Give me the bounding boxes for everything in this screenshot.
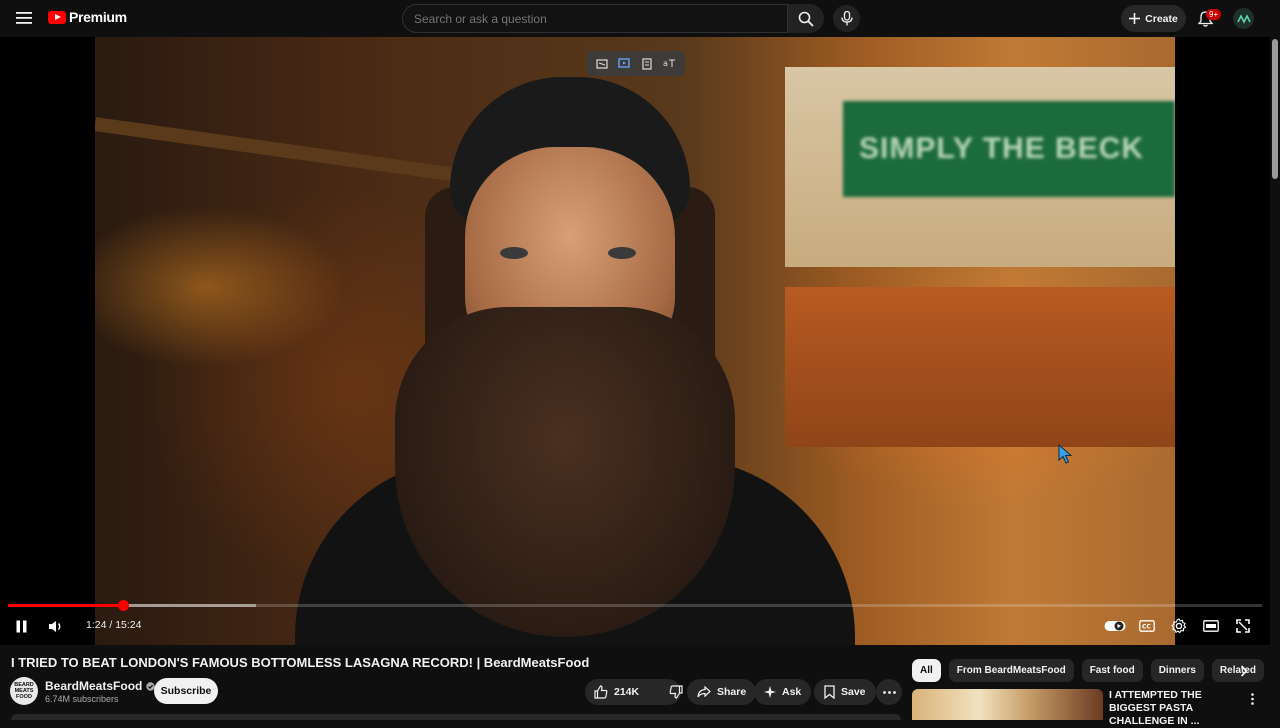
- video-frame: SIMPLY THE BECK: [95, 37, 1175, 645]
- beard: [395, 307, 735, 637]
- channel-name: BeardMeatsFood: [45, 679, 143, 693]
- autoplay-toggle[interactable]: [1103, 615, 1127, 637]
- mute-button[interactable]: [45, 615, 65, 637]
- bookmark-icon: [824, 685, 835, 699]
- progress-played: [8, 604, 124, 607]
- settings-button[interactable]: [1169, 615, 1189, 637]
- video-player[interactable]: SIMPLY THE BECK a 1:24 / 15:24 CC: [0, 37, 1270, 645]
- scrollbar-thumb[interactable]: [1272, 39, 1278, 179]
- like-count: 214K: [614, 686, 640, 698]
- voice-search-button[interactable]: [833, 5, 860, 32]
- video-title: I TRIED TO BEAT LONDON'S FAMOUS BOTTOMLE…: [11, 655, 590, 670]
- translate-icon[interactable]: a: [662, 57, 678, 71]
- pause-icon: [16, 620, 26, 632]
- like-button[interactable]: 214K: [585, 679, 648, 705]
- restaurant-sign: SIMPLY THE BECK: [843, 101, 1175, 197]
- presenter: [275, 57, 855, 645]
- recommended-video-thumbnail[interactable]: [912, 689, 1103, 720]
- page-scrollbar[interactable]: [1270, 37, 1280, 720]
- captions-icon: CC: [1139, 620, 1155, 632]
- channel-name-link[interactable]: BeardMeatsFood: [45, 679, 156, 693]
- share-icon: [697, 686, 711, 698]
- thumbs-up-icon: [594, 685, 608, 699]
- more-vertical-icon: [1250, 693, 1254, 705]
- theater-mode-button[interactable]: [1201, 615, 1221, 637]
- svg-text:a: a: [663, 59, 668, 68]
- eye-right: [608, 247, 636, 259]
- floating-toolbar: a: [587, 51, 685, 76]
- sparkle-icon: [764, 686, 776, 698]
- captions-button[interactable]: CC: [1137, 615, 1157, 637]
- ask-button[interactable]: Ask: [754, 679, 812, 705]
- recommended-video-title[interactable]: I ATTEMPTED THE BIGGEST PASTA CHALLENGE …: [1109, 689, 1239, 728]
- avatar-logo-icon: [1236, 13, 1251, 24]
- subscriber-count: 6.74M subscribers: [45, 694, 119, 704]
- account-avatar[interactable]: [1233, 8, 1254, 29]
- chip-from-channel[interactable]: From BeardMeatsFood: [948, 659, 1074, 682]
- volume-icon: [48, 620, 60, 632]
- fullscreen-button[interactable]: [1233, 615, 1253, 637]
- autoplay-toggle-icon: [1104, 621, 1126, 631]
- thumbs-down-icon: [669, 685, 683, 699]
- fullscreen-icon: [1236, 619, 1250, 633]
- more-horizontal-icon: [882, 690, 896, 694]
- search-icon: [798, 11, 814, 27]
- subscribe-button[interactable]: Subscribe: [154, 678, 218, 704]
- mouse-cursor-icon: [1058, 443, 1073, 469]
- channel-avatar[interactable]: BEARD MEATS FOOD: [10, 677, 38, 705]
- microphone-icon: [840, 11, 853, 26]
- time-display: 1:24 / 15:24: [86, 619, 142, 631]
- search-button[interactable]: [788, 4, 824, 33]
- recommended-more-button[interactable]: [1244, 691, 1260, 707]
- screenshot-icon[interactable]: [594, 57, 610, 71]
- chip-all[interactable]: All: [912, 659, 941, 682]
- theater-mode-icon: [1203, 620, 1219, 632]
- menu-icon[interactable]: [12, 6, 36, 30]
- youtube-premium-logo[interactable]: Premium: [48, 9, 127, 25]
- create-label: Create: [1145, 12, 1178, 25]
- share-button[interactable]: Share: [687, 679, 757, 705]
- chevron-right-icon: [1240, 665, 1248, 677]
- chips-next-button[interactable]: [1234, 661, 1254, 681]
- logo-text: Premium: [69, 9, 127, 25]
- chip-dinners[interactable]: Dinners: [1150, 659, 1204, 682]
- create-button[interactable]: Create: [1121, 5, 1186, 32]
- related-chips: All From BeardMeatsFood Fast food Dinner…: [912, 659, 1265, 682]
- share-label: Share: [717, 686, 747, 698]
- svg-text:CC: CC: [1142, 624, 1151, 631]
- plus-icon: [1129, 13, 1141, 24]
- more-actions-button[interactable]: [876, 679, 902, 705]
- notification-badge: 9+: [1206, 9, 1222, 20]
- video-capture-icon[interactable]: [617, 57, 633, 71]
- like-dislike-group: 214K: [585, 679, 683, 705]
- save-button[interactable]: Save: [814, 679, 876, 705]
- chip-fast-food[interactable]: Fast food: [1081, 659, 1143, 682]
- youtube-logo-icon: [48, 10, 66, 24]
- gear-icon: [1171, 618, 1187, 634]
- pause-button[interactable]: [11, 615, 31, 637]
- search-input[interactable]: [403, 5, 787, 32]
- search-box[interactable]: [402, 4, 788, 33]
- description-box[interactable]: [11, 714, 901, 720]
- eye-left: [500, 247, 528, 259]
- counter: [785, 287, 1175, 447]
- save-label: Save: [841, 686, 866, 698]
- notes-icon[interactable]: [639, 57, 655, 71]
- progress-bar[interactable]: [8, 600, 1262, 611]
- ask-label: Ask: [782, 686, 802, 698]
